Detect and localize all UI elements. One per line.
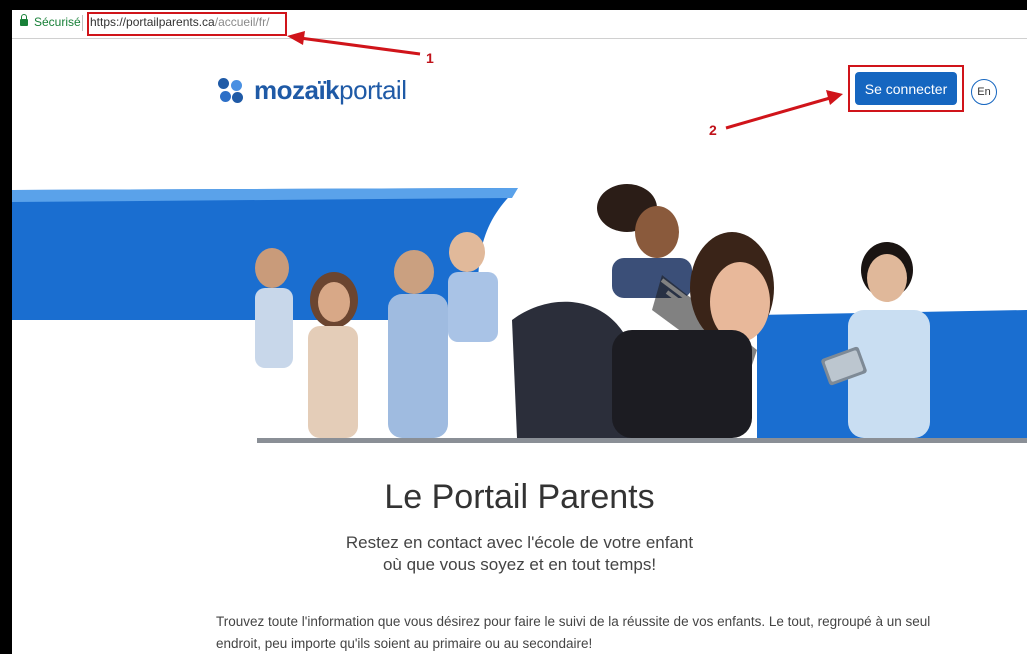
intro-paragraph: Trouvez toute l'information que vous dés…	[216, 611, 986, 655]
address-separator	[82, 15, 83, 31]
hero-floor-line	[257, 438, 1027, 443]
mozaik-logo[interactable]: mozaïkportail	[218, 75, 407, 106]
url-highlight-box	[87, 12, 287, 36]
logo-mark-icon	[218, 77, 244, 104]
mother-daughter-group	[512, 184, 774, 438]
arrow-2-head	[826, 90, 843, 105]
logo-text-light: portail	[339, 75, 407, 105]
hero-banner	[12, 180, 1027, 450]
browser-address-bar[interactable]: Sécurisé https://portailparents.ca/accue…	[12, 10, 1027, 39]
intro-line-2: endroit, peu importe qu'ils soient au pr…	[216, 636, 593, 651]
login-highlight-box: Se connecter	[848, 65, 964, 112]
arrow-2-line	[725, 96, 831, 130]
page-title: Le Portail Parents	[384, 478, 655, 516]
callout-2-label: 2	[709, 122, 717, 138]
callout-1-label: 1	[426, 50, 434, 66]
subtitle-line-2: où que vous soyez et en tout temps!	[382, 555, 657, 574]
secure-label: Sécurisé	[34, 15, 81, 29]
lock-icon	[20, 14, 28, 26]
login-button[interactable]: Se connecter	[855, 72, 957, 105]
logo-text-bold: mozaïk	[254, 75, 340, 105]
screenshot-frame-left	[0, 0, 12, 654]
hero-illustration	[12, 184, 1027, 443]
language-toggle-button[interactable]: En	[971, 79, 997, 105]
page-subtitle: Restez en contact avec l'école de votre …	[12, 532, 1027, 576]
screenshot-frame-top	[0, 0, 1027, 10]
logo-text: mozaïkportail	[254, 75, 407, 106]
subtitle-line-1: Restez en contact avec l'école de votre …	[345, 533, 694, 552]
arrow-1-line	[299, 36, 421, 56]
intro-line-1: Trouvez toute l'information que vous dés…	[216, 614, 931, 629]
